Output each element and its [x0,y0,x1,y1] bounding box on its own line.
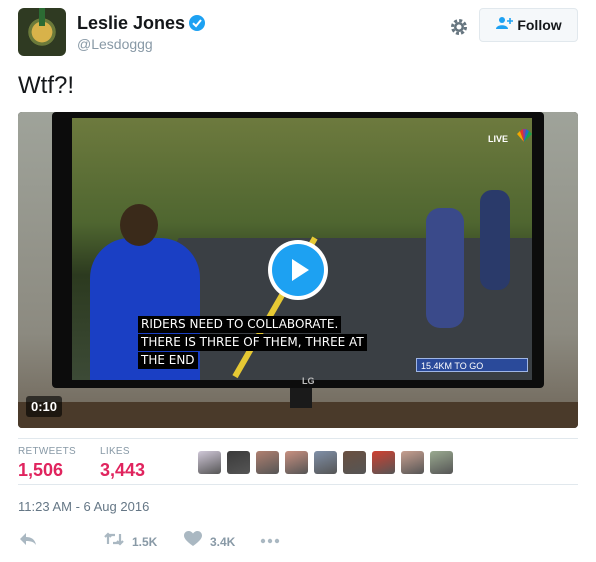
liker-avatar[interactable] [227,451,250,474]
peacock-logo-icon [514,128,532,148]
caption-line: THERE IS THREE OF THEM, THREE AT [138,334,367,351]
gear-icon[interactable] [448,16,470,38]
video-caption: RIDERS NEED TO COLLABORATE. THERE IS THR… [138,316,367,370]
follow-button[interactable]: Follow [479,8,578,42]
tweet-actions: 1.5K 3.4K [18,528,318,552]
liker-avatar[interactable] [430,451,453,474]
liker-avatar[interactable] [314,451,337,474]
play-button[interactable] [268,240,328,300]
more-icon [260,531,280,549]
like-count: 3.4K [210,534,236,549]
verified-badge-icon [189,15,205,31]
timestamp[interactable]: 11:23 AM - 6 Aug 2016 [18,499,149,514]
tv-stand [290,388,312,408]
follow-person-icon [495,16,514,35]
live-badge: LIVE [488,134,509,144]
retweets-stat[interactable]: RETWEETS 1,506 [18,446,76,481]
video-rider [426,208,464,328]
user-handle[interactable]: @Lesdoggg [77,36,153,52]
retweets-count: 1,506 [18,460,64,480]
follow-button-label: Follow [517,17,562,33]
tweet-header: Leslie Jones @Lesdoggg Follow [18,8,578,56]
video-spectator-head [120,204,158,246]
more-button[interactable] [260,531,280,549]
reply-icon [18,531,38,552]
likes-label: LIKES [100,446,130,457]
likes-count: 3,443 [100,460,146,480]
liker-avatar[interactable] [343,451,366,474]
avatar[interactable] [18,8,66,56]
video-duration: 0:10 [26,396,63,417]
caption-line: THE END [138,352,198,369]
liker-avatar[interactable] [256,451,279,474]
reply-button[interactable] [18,531,38,552]
retweet-count: 1.5K [132,534,158,549]
liker-avatar[interactable] [401,451,424,474]
liker-avatar[interactable] [198,451,221,474]
likes-stat[interactable]: LIKES 3,443 [100,446,145,481]
tweet-text: Wtf?! [18,72,75,99]
caption-line: RIDERS NEED TO COLLABORATE. [138,316,342,333]
liker-avatar[interactable] [285,451,308,474]
liker-avatar[interactable] [372,451,395,474]
user-name[interactable]: Leslie Jones [77,13,185,34]
divider [18,484,578,485]
tv-brand-logo: LG [302,376,315,386]
likers-avatars [198,451,453,474]
retweet-button[interactable]: 1.5K [104,531,157,552]
distance-overlay: 15.4KM TO GO [416,358,528,372]
video-rider [480,190,510,290]
video-player[interactable]: RIDERS NEED TO COLLABORATE. THERE IS THR… [18,112,578,428]
retweets-label: RETWEETS [18,446,76,457]
like-button[interactable]: 3.4K [184,531,235,552]
heart-icon [184,531,202,552]
retweet-icon [104,531,124,552]
play-icon [272,244,324,296]
divider [18,438,578,439]
